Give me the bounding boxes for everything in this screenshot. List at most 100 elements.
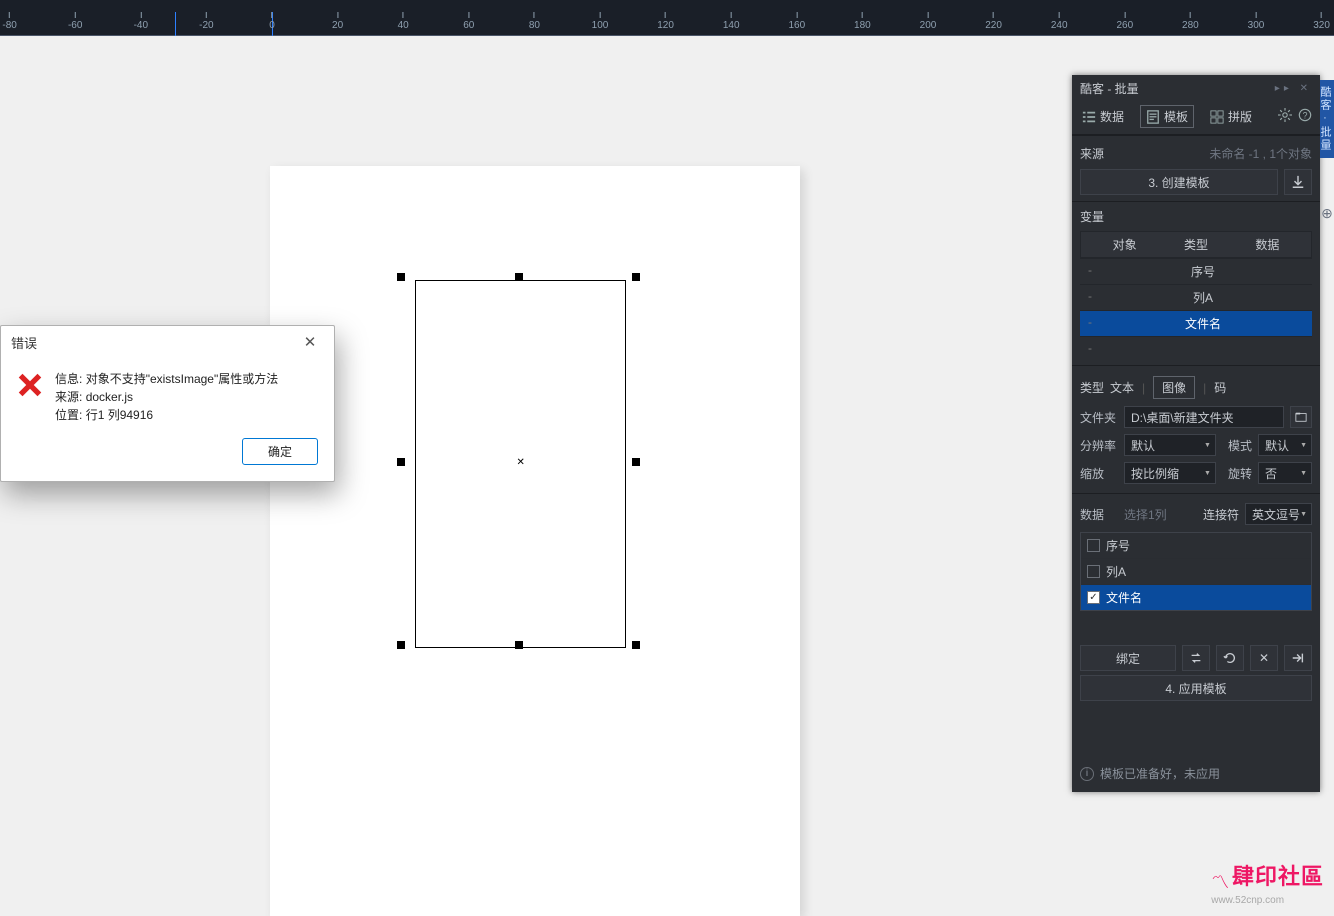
tab-layout[interactable]: 拼版: [1208, 105, 1254, 128]
download-button[interactable]: [1284, 169, 1312, 195]
gear-icon[interactable]: [1278, 108, 1292, 125]
ruler-tick: 280: [1182, 12, 1199, 31]
handle-nw[interactable]: [397, 273, 405, 281]
error-icon: [15, 370, 45, 400]
ruler-tick: -80: [2, 12, 16, 31]
handle-n[interactable]: [515, 273, 523, 281]
join-dropdown[interactable]: 英文逗号▼: [1245, 503, 1312, 525]
panel-caption[interactable]: 酷客 - 批量 ▸▸ ✕: [1072, 75, 1320, 102]
ruler-tick: 80: [529, 12, 540, 31]
scale-dropdown[interactable]: 按比例缩▼: [1124, 462, 1216, 484]
ruler-tick: 140: [723, 12, 740, 31]
variable-row[interactable]: -: [1080, 336, 1312, 359]
go-button[interactable]: [1284, 645, 1312, 671]
variable-table-header: 对象 类型 数据: [1080, 231, 1312, 258]
data-columns-list: 序号 列A ✓文件名: [1080, 532, 1312, 611]
info-icon: i: [1080, 767, 1094, 781]
check-row-selected[interactable]: ✓文件名: [1081, 584, 1311, 610]
folder-input[interactable]: D:\桌面\新建文件夹: [1124, 406, 1284, 428]
ruler-tick: 120: [657, 12, 674, 31]
resolution-label: 分辨率: [1080, 437, 1118, 454]
section-type: 类型 文本 | 图像 | 码 文件夹 D:\桌面\新建文件夹 分辨率 默认▼ 模…: [1072, 365, 1320, 493]
source-value: 未命名 -1 , 1个对象: [1209, 145, 1312, 162]
ruler-tick: -20: [199, 12, 213, 31]
panel-status: i 模板已准备好，未应用: [1072, 755, 1320, 792]
ruler-tick: 260: [1116, 12, 1133, 31]
type-image-selected[interactable]: 图像: [1153, 376, 1195, 399]
data-placeholder: 选择1列: [1124, 506, 1197, 523]
checkbox-icon[interactable]: [1087, 539, 1100, 552]
ruler-tick: 180: [854, 12, 871, 31]
side-add-icon[interactable]: ⊕: [1320, 205, 1334, 223]
section-data: 数据 选择1列 连接符 英文逗号▼ 序号 列A ✓文件名 绑定 ✕ 4. 应用模…: [1072, 493, 1320, 707]
ok-button[interactable]: 确定: [242, 438, 318, 465]
list-icon: [1082, 110, 1096, 124]
folder-browse-button[interactable]: [1290, 406, 1312, 428]
ruler-tick: -40: [134, 12, 148, 31]
refresh-icon: [1223, 651, 1237, 665]
download-icon: [1291, 175, 1305, 189]
create-template-button[interactable]: 3. 创建模板: [1080, 169, 1278, 195]
checkbox-icon[interactable]: [1087, 565, 1100, 578]
rotate-label: 旋转: [1222, 465, 1252, 482]
help-icon[interactable]: ?: [1298, 108, 1312, 125]
side-tab-batch[interactable]: 酷客·批量: [1320, 80, 1334, 158]
bind-button[interactable]: 绑定: [1080, 645, 1176, 671]
ruler-tick: 100: [592, 12, 609, 31]
template-icon: [1146, 110, 1160, 124]
resolution-dropdown[interactable]: 默认▼: [1124, 434, 1216, 456]
handle-s[interactable]: [515, 641, 523, 649]
ruler-tick: 320: [1313, 12, 1330, 31]
check-row[interactable]: 序号: [1081, 533, 1311, 558]
handle-sw[interactable]: [397, 641, 405, 649]
dialog-titlebar[interactable]: 错误 ✕: [1, 326, 334, 358]
ruler-tick: -60: [68, 12, 82, 31]
ruler-tick: 0: [269, 12, 275, 31]
top-toolbar: [0, 0, 1334, 12]
handle-ne[interactable]: [632, 273, 640, 281]
delete-button[interactable]: ✕: [1250, 645, 1278, 671]
ruler-tick: 300: [1248, 12, 1265, 31]
apply-template-button[interactable]: 4. 应用模板: [1080, 675, 1312, 701]
ruler-tick: 40: [398, 12, 409, 31]
tab-template[interactable]: 模板: [1140, 105, 1194, 128]
watermark: 〽 肆印社區 www.52cnp.com: [1211, 859, 1324, 906]
handle-w[interactable]: [397, 458, 405, 466]
rotate-dropdown[interactable]: 否▼: [1258, 462, 1312, 484]
variable-row-selected[interactable]: -文件名: [1080, 310, 1312, 336]
type-code[interactable]: 码: [1214, 379, 1226, 396]
close-icon[interactable]: ✕: [296, 332, 324, 352]
tab-data[interactable]: 数据: [1080, 105, 1126, 128]
variable-row[interactable]: -列A: [1080, 284, 1312, 310]
ruler-tick: 160: [788, 12, 805, 31]
ruler-cursor-1: [175, 12, 176, 36]
horizontal-ruler[interactable]: -80-60-40-200204060801001201401601802002…: [0, 12, 1334, 36]
dialog-title: 错误: [11, 333, 37, 352]
section-source: 来源 未命名 -1 , 1个对象 3. 创建模板: [1072, 135, 1320, 201]
type-label: 类型: [1080, 379, 1104, 396]
dialog-message: 信息: 对象不支持"existsImage"属性或方法 来源: docker.j…: [55, 368, 278, 424]
ruler-tick: 200: [920, 12, 937, 31]
panel-title: 酷客 - 批量: [1080, 80, 1139, 97]
batch-panel: 酷客 - 批量 ▸▸ ✕ 数据 模板 拼版 ? 来源 未命名 -1 , 1个对象: [1072, 75, 1320, 792]
handle-se[interactable]: [632, 641, 640, 649]
selection-rect[interactable]: ✕: [415, 280, 626, 648]
folder-label: 文件夹: [1080, 409, 1118, 426]
ruler-tick: 20: [332, 12, 343, 31]
swap-button[interactable]: [1182, 645, 1210, 671]
panel-window-buttons[interactable]: ▸▸ ✕: [1275, 83, 1312, 94]
error-dialog: 错误 ✕ 信息: 对象不支持"existsImage"属性或方法 来源: doc…: [0, 325, 335, 482]
source-label: 来源: [1080, 145, 1104, 162]
check-row[interactable]: 列A: [1081, 558, 1311, 584]
mode-label: 模式: [1222, 437, 1252, 454]
folder-icon: [1295, 411, 1307, 423]
mode-dropdown[interactable]: 默认▼: [1258, 434, 1312, 456]
type-text[interactable]: 文本: [1110, 379, 1134, 396]
data-label: 数据: [1080, 506, 1118, 523]
layout-icon: [1210, 110, 1224, 124]
refresh-button[interactable]: [1216, 645, 1244, 671]
variable-row[interactable]: -序号: [1080, 258, 1312, 284]
handle-e[interactable]: [632, 458, 640, 466]
selection-center-icon: ✕: [517, 460, 525, 468]
checkbox-checked-icon[interactable]: ✓: [1087, 591, 1100, 604]
